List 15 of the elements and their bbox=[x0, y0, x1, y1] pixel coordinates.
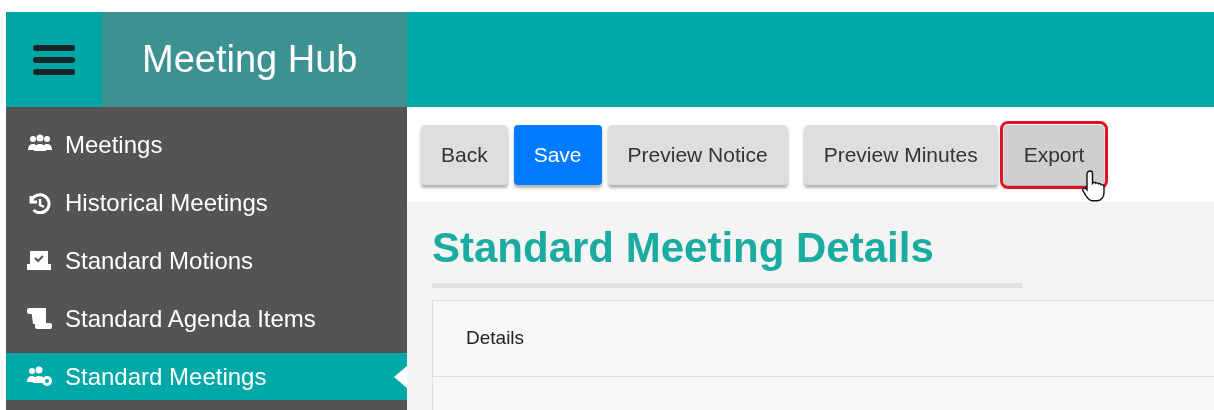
toolbar-button[interactable]: Preview Notice bbox=[607, 125, 788, 185]
sidebar-item[interactable]: Meetings bbox=[6, 121, 407, 168]
app-title: Meeting Hub bbox=[142, 37, 358, 82]
toolbar-button[interactable]: Back bbox=[421, 125, 508, 185]
card-header: Details bbox=[466, 326, 525, 351]
people-gear-icon bbox=[26, 365, 53, 388]
scroll-icon bbox=[26, 307, 53, 330]
toolbar-button[interactable]: Save bbox=[513, 125, 602, 185]
sidebar-item[interactable]: Standard Agenda Items bbox=[6, 295, 407, 342]
sidebar-item[interactable]: Historical Meetings bbox=[6, 179, 407, 226]
toolbar-button[interactable]: Preview Minutes bbox=[803, 125, 998, 185]
vote-icon bbox=[26, 249, 53, 272]
sidebar-item[interactable]: Standard Motions bbox=[6, 237, 407, 284]
menu-icon[interactable] bbox=[33, 43, 75, 76]
page-title: Standard Meeting Details bbox=[432, 223, 935, 273]
